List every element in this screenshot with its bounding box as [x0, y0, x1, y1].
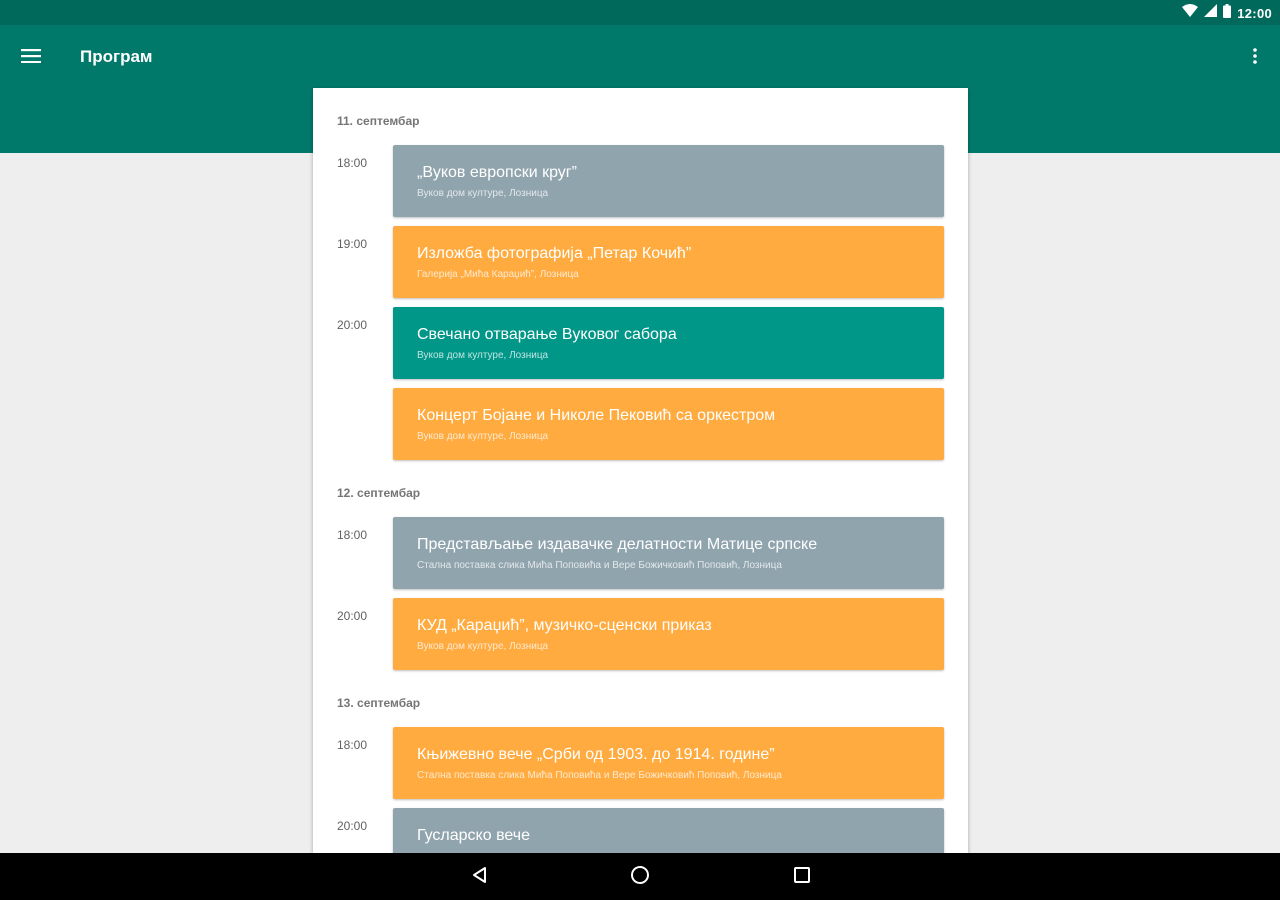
back-icon: [471, 866, 489, 889]
event-title: Свечано отварање Вуковог сабора: [417, 326, 677, 343]
date-header: 13. септембар: [337, 696, 421, 710]
home-button[interactable]: [626, 863, 654, 891]
event-card[interactable]: Гусларско вече: [393, 808, 944, 853]
home-icon: [630, 865, 650, 890]
back-button[interactable]: [466, 863, 494, 891]
date-header: 11. септембар: [337, 114, 420, 128]
navigation-bar: [0, 853, 1280, 900]
event-card[interactable]: Књижевно вече „Срби од 1903. до 1914. го…: [393, 727, 944, 799]
time-label: 18:00: [337, 738, 368, 752]
signal-icon: [1204, 4, 1218, 22]
event-card[interactable]: Концерт Бојане и Николе Пековић са оркес…: [393, 388, 944, 460]
date-header: 12. септембар: [337, 486, 421, 500]
event-place: Вуков дом културе, Лозница: [417, 431, 549, 442]
recents-button[interactable]: [788, 863, 816, 891]
event-place: Стална поставка слика Мића Поповића и Ве…: [417, 560, 782, 571]
event-title: КУД „Караџић”, музичко-сценски приказ: [417, 617, 712, 634]
event-title: Изложба фотографија „Петар Кочић”: [417, 245, 692, 262]
status-bar: 12:00: [0, 0, 1280, 25]
time-label: 19:00: [337, 237, 368, 251]
event-title: Књижевно вече „Срби од 1903. до 1914. го…: [417, 746, 775, 763]
more-vert-icon: [1253, 47, 1257, 69]
event-place: Стална поставка слика Мића Поповића и Ве…: [417, 770, 782, 781]
event-place: Вуков дом културе, Лозница: [417, 641, 549, 652]
page-title: Програм: [80, 47, 153, 66]
event-title: Концерт Бојане и Николе Пековић са оркес…: [417, 407, 776, 424]
menu-icon: [21, 48, 41, 68]
event-card[interactable]: Представљање издавачке делатности Матице…: [393, 517, 944, 589]
event-card[interactable]: Изложба фотографија „Петар Кочић” Галери…: [393, 226, 944, 298]
event-title: Гусларско вече: [417, 827, 530, 844]
event-place: Галерија „Мића Караџић”, Лозница: [417, 269, 579, 280]
event-card[interactable]: „Вуков европски круг” Вуков дом културе,…: [393, 145, 944, 217]
wifi-icon: [1182, 4, 1199, 22]
time-label: 20:00: [337, 609, 368, 623]
menu-button[interactable]: [14, 41, 48, 75]
event-card[interactable]: КУД „Караџић”, музичко-сценски приказ Ву…: [393, 598, 944, 670]
status-time: 12:00: [1237, 5, 1272, 21]
event-place: Вуков дом културе, Лозница: [417, 188, 549, 199]
time-label: 20:00: [337, 318, 368, 332]
event-title: Представљање издавачке делатности Матице…: [417, 536, 818, 553]
overflow-menu-button[interactable]: [1244, 41, 1266, 75]
recents-icon: [793, 866, 811, 889]
time-label: 20:00: [337, 819, 368, 833]
schedule-card[interactable]: 11. септембар 18:00 „Вуков европски круг…: [313, 88, 968, 853]
time-label: 18:00: [337, 156, 368, 170]
event-card[interactable]: Свечано отварање Вуковог сабора Вуков до…: [393, 307, 944, 379]
battery-icon: [1223, 3, 1232, 23]
event-title: „Вуков европски круг”: [417, 164, 577, 181]
time-label: 18:00: [337, 528, 368, 542]
event-place: Вуков дом културе, Лозница: [417, 350, 549, 361]
status-icons: 12:00: [1182, 3, 1272, 23]
